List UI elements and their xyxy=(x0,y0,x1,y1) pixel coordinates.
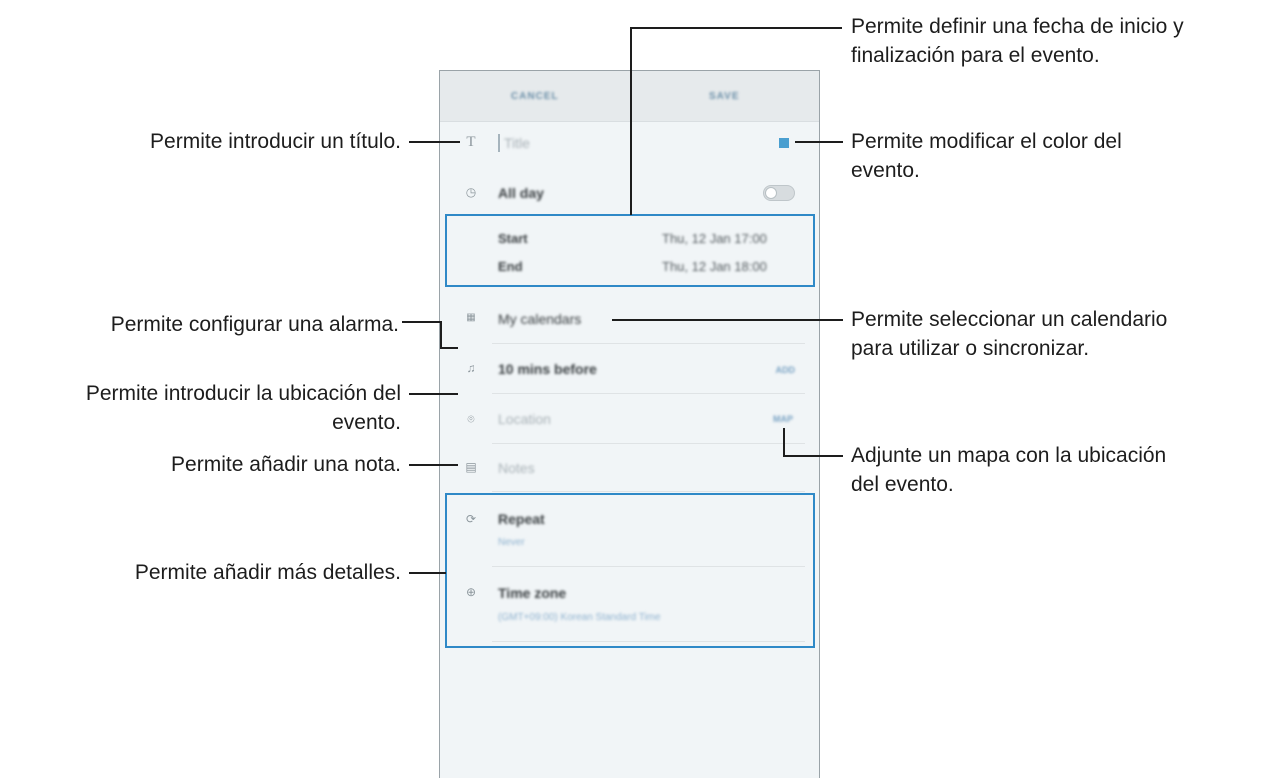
add-alarm-button[interactable]: ADD xyxy=(776,365,796,375)
cancel-button[interactable]: CANCEL xyxy=(440,71,630,121)
calendar-icon: ▦ xyxy=(466,312,476,323)
date-range-highlight xyxy=(445,214,815,287)
annotation-calendar-line2: para utilizar o sincronizar. xyxy=(851,337,1090,360)
notes-input[interactable]: Notes xyxy=(498,460,535,476)
leader-line xyxy=(402,321,442,323)
leader-line xyxy=(409,572,446,574)
clock-icon: ◷ xyxy=(465,185,477,199)
leader-line xyxy=(783,428,785,457)
details-highlight xyxy=(445,493,815,648)
leader-line xyxy=(409,393,458,395)
all-day-label: All day xyxy=(498,185,544,201)
location-pin-icon: ⌾ xyxy=(467,412,475,426)
divider xyxy=(492,443,805,444)
location-input[interactable]: Location xyxy=(498,411,551,427)
annotation-note: Permite añadir una nota. xyxy=(171,453,401,476)
title-input[interactable]: Title xyxy=(504,135,530,151)
annotation-color-line2: evento. xyxy=(851,159,920,182)
annotation-color-line1: Permite modificar el color del xyxy=(851,130,1122,153)
leader-line xyxy=(409,464,458,466)
annotation-location-line2: evento. xyxy=(332,411,401,434)
event-color-swatch[interactable] xyxy=(779,138,789,148)
leader-line xyxy=(440,347,458,349)
divider xyxy=(492,343,805,344)
notes-icon: ▤ xyxy=(465,460,477,474)
all-day-toggle[interactable] xyxy=(763,185,795,201)
annotation-dates-line2: finalización para el evento. xyxy=(851,44,1100,67)
annotation-details: Permite añadir más detalles. xyxy=(134,561,401,584)
annotation-map-line1: Adjunte un mapa con la ubicación xyxy=(851,444,1167,467)
annotation-alarm: Permite configurar una alarma. xyxy=(110,313,399,336)
leader-line xyxy=(795,141,843,143)
divider xyxy=(492,393,805,394)
divider xyxy=(492,491,805,492)
alarm-value[interactable]: 10 mins before xyxy=(498,361,597,377)
annotation-calendar-line1: Permite seleccionar un calendario xyxy=(851,308,1168,331)
save-button[interactable]: SAVE xyxy=(630,71,820,121)
text-cursor xyxy=(498,134,500,152)
map-button[interactable]: MAP xyxy=(773,414,793,424)
bell-icon: ♫ xyxy=(466,361,476,375)
annotation-map-line2: del evento. xyxy=(851,473,954,496)
annotation-location-line1: Permite introducir la ubicación del xyxy=(85,382,401,405)
leader-line xyxy=(630,27,842,29)
annotation-dates-line1: Permite definir una fecha de inicio y xyxy=(851,15,1184,38)
leader-line xyxy=(630,27,632,215)
leader-line xyxy=(440,321,442,349)
calendar-selector[interactable]: My calendars xyxy=(498,311,581,327)
title-icon: T xyxy=(466,134,476,150)
leader-line xyxy=(409,141,460,143)
leader-line xyxy=(612,319,843,321)
annotation-title: Permite introducir un título. xyxy=(150,130,401,153)
leader-line xyxy=(783,455,843,457)
